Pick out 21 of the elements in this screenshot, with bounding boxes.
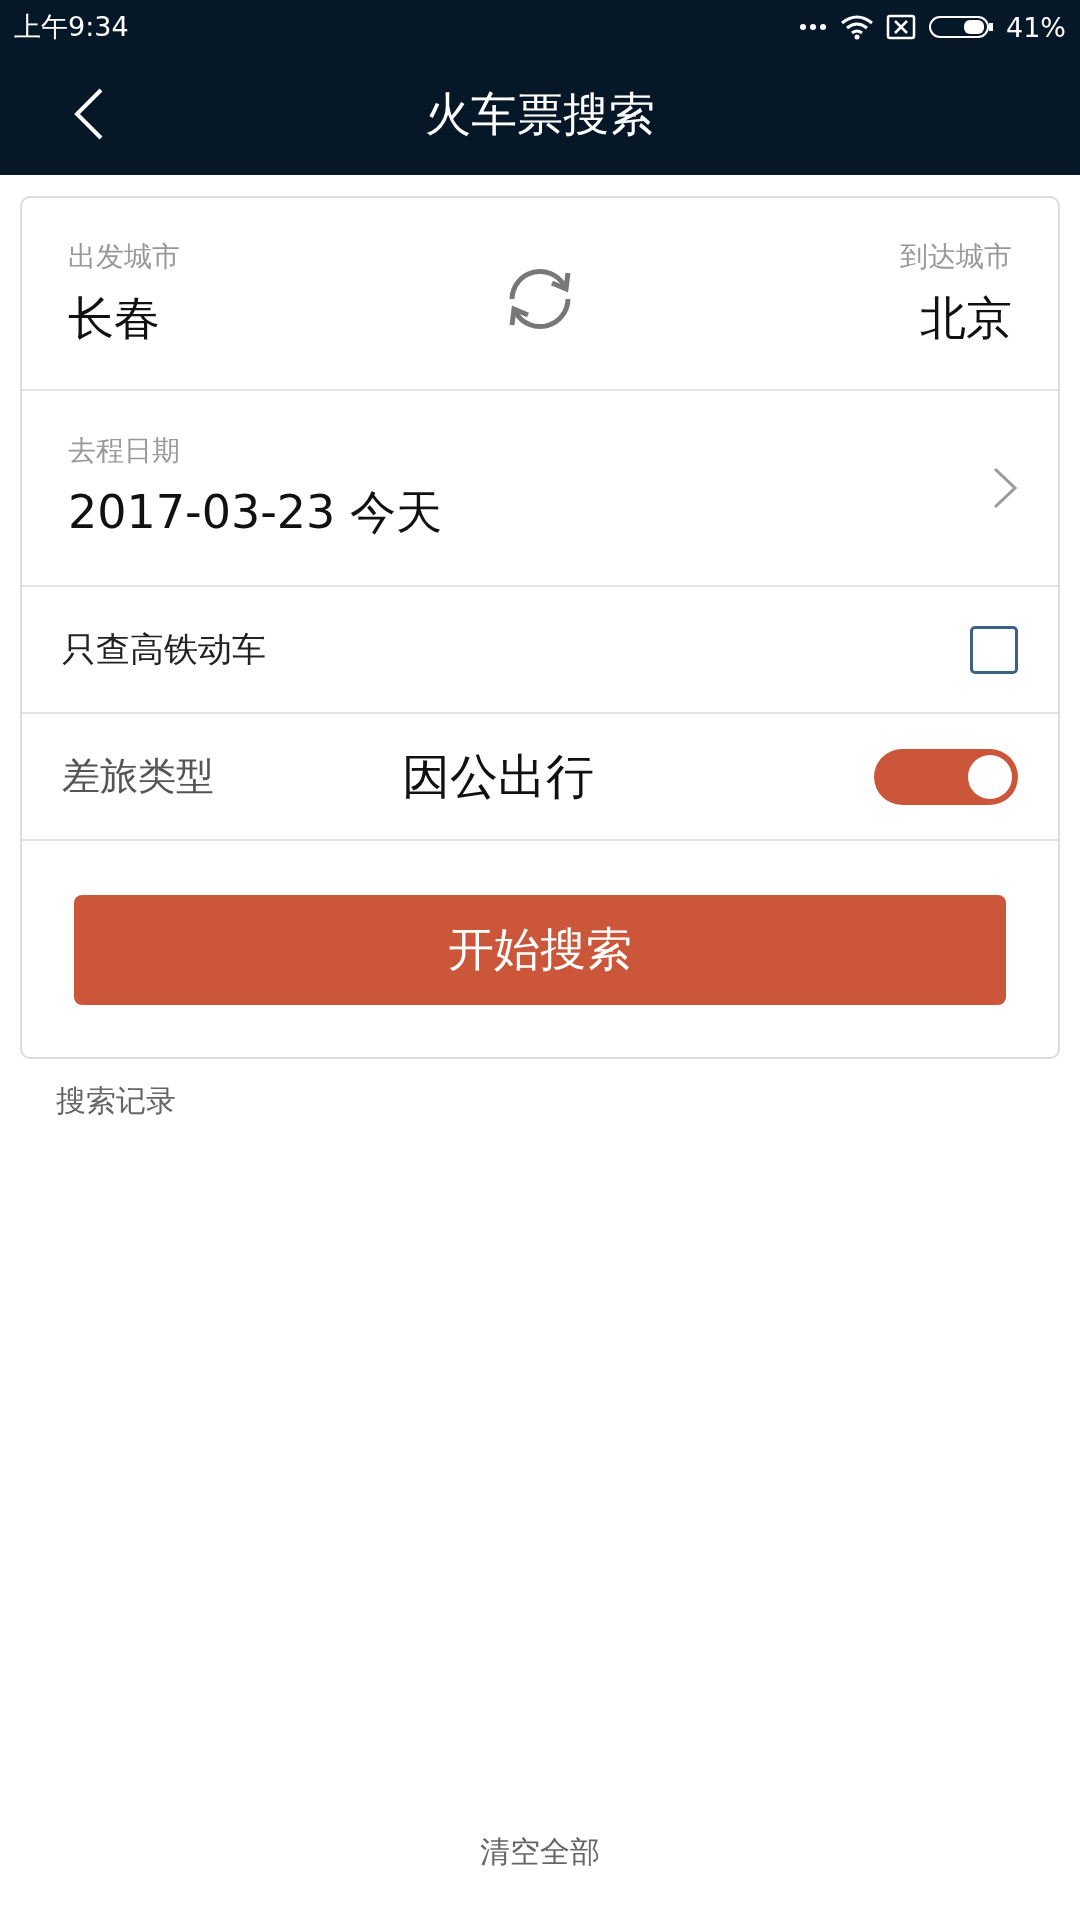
date-label: 去程日期 — [68, 433, 181, 469]
back-icon[interactable] — [74, 88, 104, 140]
no-sim-icon — [886, 14, 916, 40]
checkbox[interactable] — [970, 625, 1018, 674]
arrival-city-field[interactable]: 到达城市 北京 — [900, 237, 1012, 350]
page-title: 火车票搜索 — [425, 85, 655, 143]
search-history-title: 搜索记录 — [56, 1082, 177, 1120]
date-value: 2017-03-23 今天 — [68, 484, 442, 541]
travel-type-label: 差旅类型 — [62, 753, 215, 800]
wifi-icon — [840, 14, 874, 40]
departure-city-field[interactable]: 出发城市 长春 — [68, 237, 180, 350]
travel-type-value: 因公出行 — [402, 746, 595, 806]
clear-all-button[interactable]: 清空全部 — [474, 1831, 606, 1874]
date-row[interactable]: 去程日期 2017-03-23 今天 — [22, 391, 1058, 587]
high-speed-label: 只查高铁动车 — [62, 627, 266, 671]
search-button[interactable]: 开始搜索 — [74, 895, 1006, 1005]
more-dots-icon — [798, 22, 828, 32]
status-time: 上午9:34 — [14, 10, 129, 44]
chevron-right-icon — [992, 467, 1018, 509]
battery-percent: 41% — [1006, 11, 1066, 43]
battery-icon — [928, 14, 994, 40]
